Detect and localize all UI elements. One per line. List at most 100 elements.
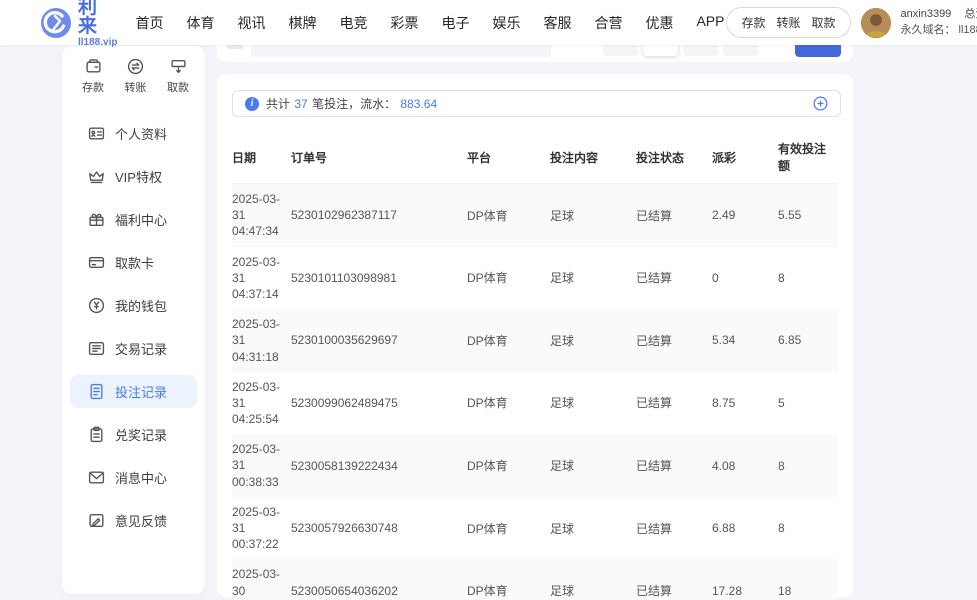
- info-icon: i: [245, 96, 259, 111]
- nav-item[interactable]: 合营: [592, 9, 624, 37]
- cell-date: 2025-03-31 00:37:22: [232, 504, 281, 552]
- bet-records-table: 日期 订单号 平台 投注内容 投注状态 派彩 有效投注额 2025-03-31 …: [232, 130, 838, 600]
- wallet-quick-links: 存款 转账 取款: [726, 7, 851, 38]
- nav-item[interactable]: 电竞: [337, 9, 369, 37]
- sidebar-item[interactable]: 个人资料: [70, 117, 197, 150]
- nav-item[interactable]: 电子: [439, 9, 471, 37]
- top-header: 利 来 ll188.vip 首页 体育 视讯 棋牌 电竞 彩票 电子 娱乐 客服…: [0, 0, 977, 48]
- sidebar-quick-action[interactable]: 取款: [167, 58, 189, 95]
- table-row[interactable]: 2025-03-31 04:25:54 5230099062489475 DP体…: [232, 372, 838, 435]
- cell-date: 2025-03-30 23:56:58: [232, 559, 291, 600]
- cell-payout: 8.75: [712, 395, 736, 410]
- id-card-icon: [88, 125, 105, 142]
- nav-item[interactable]: 体育: [184, 9, 216, 37]
- table-row[interactable]: 2025-03-31 00:38:33 5230058139222434 DP体…: [232, 434, 838, 497]
- cell-date: 2025-03-31 04:37:14: [232, 254, 281, 301]
- cell-valid-amount: 6.85: [778, 309, 838, 372]
- table-row[interactable]: 2025-03-31 04:47:34 5230102962387117 DP体…: [232, 183, 838, 247]
- wallet-quick-link[interactable]: 取款: [812, 14, 836, 31]
- nav-item[interactable]: 优惠: [643, 9, 675, 37]
- sidebar-item[interactable]: 消息中心: [70, 461, 197, 494]
- cell-valid-amount: 8: [778, 434, 838, 497]
- avatar[interactable]: [860, 7, 891, 38]
- sidebar-quick-action[interactable]: 转账: [125, 58, 147, 95]
- sidebar-item[interactable]: 意见反馈: [70, 504, 197, 537]
- cell-bet-status: 已结算: [636, 396, 673, 411]
- sidebar-item[interactable]: 福利中心: [70, 203, 197, 236]
- sidebar-menu: 个人资料 VIP特权 福利中心 取款卡 我的钱包 交易记录 投注记录 兑奖记录 …: [62, 117, 205, 537]
- cell-valid-amount: 18: [778, 559, 838, 600]
- table-row[interactable]: 2025-03-31 04:31:18 5230100035629697 DP体…: [232, 309, 838, 372]
- crown-icon: [88, 168, 105, 185]
- gift-icon: [88, 211, 105, 228]
- column-header: 派彩: [712, 130, 778, 184]
- table-row[interactable]: 2025-03-31 04:37:14 5230101103098981 DP体…: [232, 247, 838, 310]
- sidebar-item[interactable]: 取款卡: [70, 246, 197, 279]
- site-logo[interactable]: 利 来 ll188.vip: [40, 0, 117, 48]
- cell-order-number: 5230099062489475: [291, 395, 398, 410]
- wallet-icon: [88, 297, 105, 314]
- cell-valid-amount: 5.55: [778, 183, 838, 247]
- logo-domain: ll188.vip: [78, 36, 118, 48]
- user-info: anxin3399 总资产：1363.49元 永久域名： ll188.vip |…: [901, 7, 977, 39]
- cell-bet-content: 足球: [550, 434, 636, 497]
- column-header: 投注状态: [636, 130, 712, 184]
- cell-bet-content: 足球: [550, 521, 575, 536]
- table-row[interactable]: 2025-03-31 00:37:22 5230057926630748 DP体…: [232, 497, 838, 560]
- cell-payout: 17.28: [712, 559, 778, 600]
- cell-bet-status: 已结算: [636, 183, 712, 247]
- cell-bet-content: 足球: [550, 183, 636, 247]
- cell-order-number: 5230100035629697: [291, 309, 467, 372]
- cell-payout: 0: [712, 270, 719, 285]
- document-icon: [88, 383, 105, 400]
- sidebar-item[interactable]: 交易记录: [70, 332, 197, 365]
- perm-domain-value: ll188.vip | ll188....: [958, 23, 977, 36]
- logo-circle-icon: [40, 7, 72, 39]
- nav-item[interactable]: 视讯: [235, 9, 267, 37]
- transfer-icon: [127, 58, 144, 75]
- sidebar-quick-actions: 存款 转账 取款: [62, 58, 205, 95]
- turnover-amount: 883.64: [400, 97, 438, 111]
- cell-platform: DP体育: [467, 559, 550, 600]
- cell-bet-content: 足球: [550, 396, 575, 411]
- header-right: 存款 转账 取款 anxin3399 总资产：1363.49元 永久域名： ll…: [726, 7, 977, 39]
- cell-date: 2025-03-31 04:25:54: [232, 379, 281, 427]
- deposit-icon: [85, 58, 102, 75]
- expand-circle-plus-icon[interactable]: [813, 96, 828, 111]
- nav-item[interactable]: APP: [694, 9, 726, 37]
- cell-payout: 4.08: [712, 434, 778, 497]
- wallet-quick-link[interactable]: 存款: [741, 14, 765, 31]
- username: anxin3399: [900, 7, 952, 20]
- nav-item[interactable]: 娱乐: [490, 9, 522, 37]
- column-header: 订单号: [291, 130, 467, 184]
- nav-item[interactable]: 棋牌: [286, 9, 318, 37]
- cell-bet-status: 已结算: [636, 434, 712, 497]
- nav-item[interactable]: 首页: [133, 9, 165, 37]
- table-row[interactable]: 2025-03-30 23:56:58 5230050654036202 DP体…: [232, 559, 838, 600]
- cell-order-number: 5230101103098981: [291, 270, 397, 285]
- cell-valid-amount: 5: [778, 395, 785, 410]
- cell-bet-content: 足球: [550, 271, 575, 286]
- cell-payout: 6.88: [712, 521, 736, 536]
- table-header-row: 日期 订单号 平台 投注内容 投注状态 派彩 有效投注额: [232, 130, 838, 184]
- logo-title: 利 来: [78, 0, 105, 37]
- sidebar-item[interactable]: 投注记录: [70, 375, 197, 408]
- feedback-icon: [88, 512, 105, 529]
- column-header: 有效投注额: [778, 130, 838, 184]
- sidebar-item[interactable]: 兑奖记录: [70, 418, 197, 451]
- nav-item[interactable]: 彩票: [388, 9, 420, 37]
- summary-text: 共计 37 笔投注，流水： 883.64: [266, 97, 438, 111]
- cell-valid-amount: 8: [778, 270, 785, 285]
- sidebar-item[interactable]: 我的钱包: [70, 289, 197, 322]
- summary-bar: i 共计 37 笔投注，流水： 883.64: [232, 90, 841, 117]
- wallet-quick-link[interactable]: 转账: [777, 14, 801, 31]
- withdraw-icon: [170, 58, 187, 75]
- sidebar-quick-action[interactable]: 存款: [82, 58, 104, 95]
- main-nav: 首页 体育 视讯 棋牌 电竞 彩票 电子 娱乐 客服 合营 优惠 APP: [133, 9, 726, 37]
- mail-icon: [88, 469, 105, 486]
- bet-count: 37: [294, 97, 308, 111]
- sidebar-item[interactable]: VIP特权: [70, 160, 197, 193]
- cell-platform: DP体育: [467, 183, 550, 247]
- nav-item[interactable]: 客服: [541, 9, 573, 37]
- cell-bet-status: 已结算: [636, 521, 673, 536]
